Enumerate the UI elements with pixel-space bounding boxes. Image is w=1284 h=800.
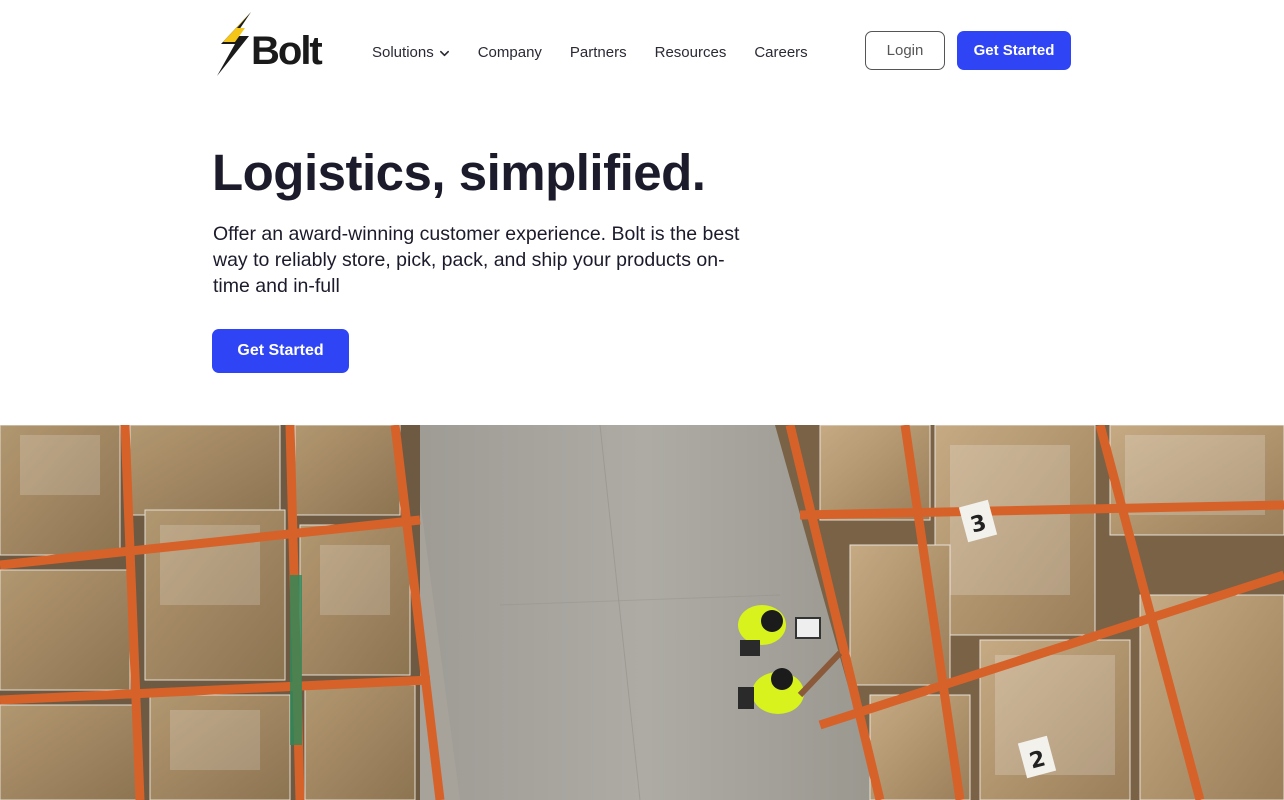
- nav-label-careers: Careers: [754, 44, 808, 61]
- warehouse-hero-image: 3 2: [0, 425, 1284, 800]
- nav-item-resources[interactable]: Resources: [655, 43, 727, 63]
- hero-get-started-button[interactable]: Get Started: [212, 329, 349, 373]
- nav-item-company[interactable]: Company: [478, 43, 542, 63]
- bolt-logo[interactable]: Bolt: [215, 12, 329, 76]
- nav-label-solutions: Solutions: [372, 44, 434, 61]
- login-button[interactable]: Login: [865, 31, 945, 70]
- logo-text: Bolt: [251, 29, 323, 73]
- main-nav: Solutions Company Partners Resources Car…: [372, 43, 808, 63]
- hero-subtitle: Offer an award-winning customer experien…: [213, 223, 740, 297]
- nav-item-solutions[interactable]: Solutions: [372, 43, 450, 63]
- nav-item-partners[interactable]: Partners: [570, 43, 627, 63]
- nav-item-careers[interactable]: Careers: [754, 43, 807, 63]
- nav-label-resources: Resources: [654, 44, 727, 61]
- header-get-started-button[interactable]: Get Started: [957, 31, 1071, 70]
- site-header: Bolt Solutions Company Partners Resource…: [0, 0, 1284, 100]
- warehouse-illustration: 3 2: [0, 425, 1284, 800]
- hero-title: Logistics, simplified.: [212, 144, 706, 201]
- nav-label-partners: Partners: [569, 44, 627, 61]
- nav-label-company: Company: [477, 44, 542, 61]
- chevron-down-icon: [439, 50, 449, 56]
